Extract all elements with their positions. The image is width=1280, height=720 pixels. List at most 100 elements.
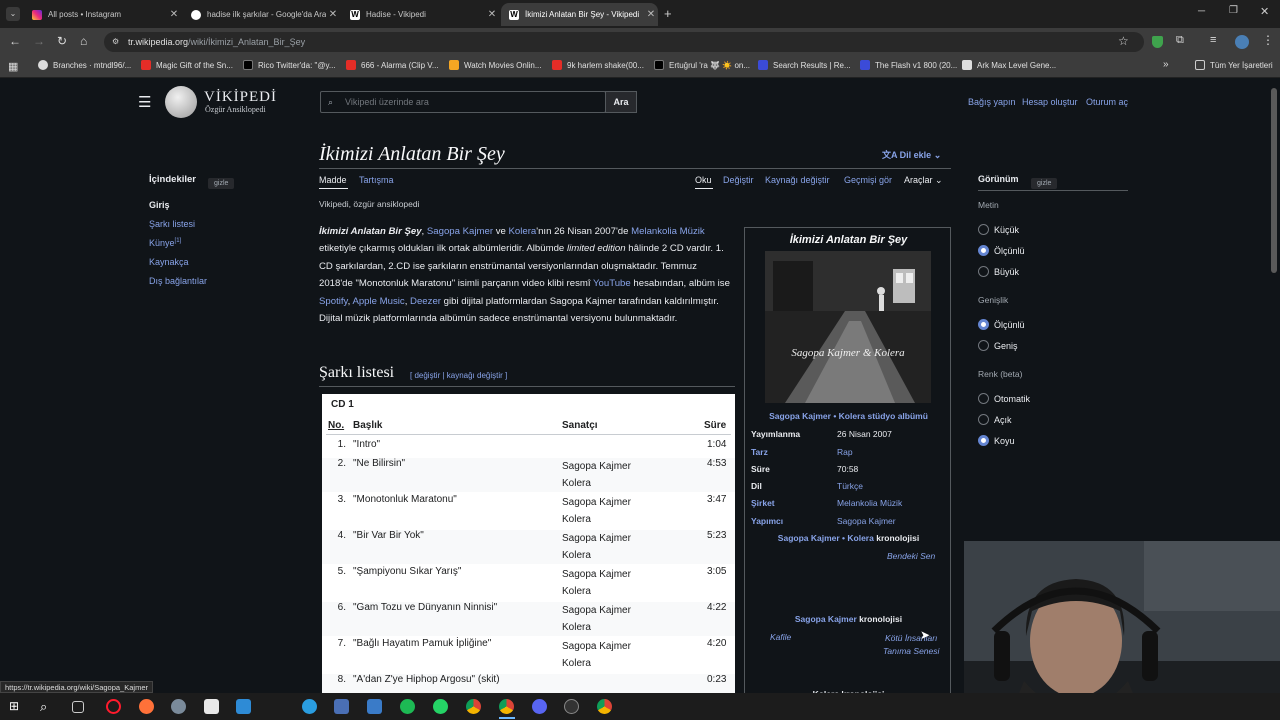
row-label[interactable]: Tarz <box>751 447 768 457</box>
tab-instagram[interactable]: All posts • Instagram ✕ <box>24 3 181 26</box>
close-icon[interactable]: ✕ <box>326 9 340 20</box>
all-bookmarks[interactable]: Tüm Yer İşaretleri <box>1195 60 1273 70</box>
bookmark-item[interactable]: Magic Gift of the Sn... <box>141 60 233 70</box>
logo-title[interactable]: VİKİPEDİ <box>204 89 277 106</box>
hamburger-icon[interactable]: ☰ <box>138 93 151 111</box>
bookmark-item[interactable]: Branches · mtndl96/... <box>38 60 131 70</box>
windows-start-icon[interactable]: ⊞ <box>9 699 24 714</box>
chrome-icon[interactable] <box>499 699 514 714</box>
radio-text-large[interactable]: Büyük <box>978 266 1019 277</box>
discord-icon[interactable] <box>532 699 547 714</box>
close-icon[interactable]: ✕ <box>644 9 658 20</box>
edge-icon[interactable] <box>302 699 317 714</box>
link-melankolia[interactable]: Melankolia Müzik <box>631 226 705 237</box>
opera-icon[interactable] <box>106 699 121 714</box>
app-icon[interactable] <box>564 699 579 714</box>
tab-search-icon[interactable]: ⌄ <box>6 7 20 21</box>
link-spotify[interactable]: Spotify <box>319 296 348 307</box>
chronology-prev[interactable]: Kafile <box>770 632 791 642</box>
task-view-icon[interactable] <box>72 701 84 713</box>
scrollbar[interactable] <box>1271 88 1277 273</box>
extensions-icon[interactable]: ⧉ <box>1176 34 1184 47</box>
radio-text-standard[interactable]: Ölçünlü <box>978 245 1025 256</box>
radio-width-standard[interactable]: Ölçünlü <box>978 319 1025 330</box>
radio-color-dark[interactable]: Koyu <box>978 435 1015 446</box>
toc-item-dis-baglantilar[interactable]: Dış bağlantılar <box>149 276 207 286</box>
tab-gecmisi-gor[interactable]: Geçmişi gör <box>844 175 892 185</box>
link-apple-music[interactable]: Apple Music <box>352 296 404 307</box>
search-input[interactable]: ⌕ Vikipedi üzerinde ara <box>320 91 606 113</box>
tab-degistir[interactable]: Değiştir <box>723 175 754 185</box>
tab-ikimizi[interactable]: W İkimizi Anlatan Bir Şey - Vikipedi ✕ <box>501 3 658 26</box>
link-youtube[interactable]: YouTube <box>593 278 631 289</box>
language-button[interactable]: 文A Dil ekle ⌄ <box>882 148 941 161</box>
radio-width-wide[interactable]: Geniş <box>978 340 1018 351</box>
link-studio-album[interactable]: stüdyo albümü <box>865 411 927 421</box>
profile-avatar[interactable] <box>1235 35 1249 49</box>
app-icon[interactable] <box>171 699 186 714</box>
app-icon[interactable] <box>367 699 382 714</box>
row-label[interactable]: Yapımcı <box>751 516 783 526</box>
tab-tartisma[interactable]: Tartışma <box>359 175 394 185</box>
radio-text-small[interactable]: Küçük <box>978 224 1019 235</box>
link-kolera[interactable]: Kolera <box>839 411 865 421</box>
tab-kaynagi-degistir[interactable]: Kaynağı değiştir <box>765 175 830 185</box>
media-icon[interactable]: ≡ <box>1210 34 1216 46</box>
firefox-icon[interactable] <box>139 699 154 714</box>
row-value[interactable]: Sagopa Kajmer <box>837 516 896 526</box>
apps-icon[interactable]: ▦ <box>8 60 18 73</box>
bookmark-item[interactable]: Watch Movies Onlin... <box>449 60 542 70</box>
bookmark-item[interactable]: Rico Twitter'da: "@y... <box>243 60 336 70</box>
bookmark-item[interactable]: The Flash v1 800 (20... <box>860 60 957 70</box>
link-sagopa[interactable]: Sagopa Kajmer <box>795 614 857 624</box>
search-button[interactable]: Ara <box>605 91 637 113</box>
tab-google[interactable]: hadise ilk şarkılar - Google'da Ara ✕ <box>183 3 340 26</box>
appearance-hide-button[interactable]: gizle <box>1031 172 1058 190</box>
bookmark-item[interactable]: Ark Max Level Gene... <box>962 60 1056 70</box>
address-bar[interactable]: ⚙ tr.wikipedia.org/wiki/İkimizi_Anlatan_… <box>104 32 1144 52</box>
bookmark-star-icon[interactable]: ☆ <box>1118 34 1129 48</box>
store-icon[interactable] <box>204 699 219 714</box>
toc-item-kaynakca[interactable]: Kaynakça <box>149 257 189 267</box>
row-label[interactable]: Şirket <box>751 498 775 508</box>
row-value[interactable]: Rap <box>837 447 853 457</box>
row-value[interactable]: Türkçe <box>837 481 863 491</box>
reload-icon[interactable]: ↻ <box>57 34 67 48</box>
link-sagopa[interactable]: Sagopa Kajmer <box>769 411 831 421</box>
chronology-next[interactable]: Bendeki Sen <box>887 551 935 561</box>
tab-araclar[interactable]: Araçlar ⌄ <box>904 175 943 186</box>
bookmark-item[interactable]: Search Results | Re... <box>758 60 851 70</box>
create-account-link[interactable]: Hesap oluştur <box>1022 97 1078 107</box>
radio-color-light[interactable]: Açık <box>978 414 1012 425</box>
link-deezer[interactable]: Deezer <box>410 296 441 307</box>
chrome-icon[interactable] <box>466 699 481 714</box>
toc-hide-button[interactable]: gizle <box>208 172 235 190</box>
link-sagopa[interactable]: Sagopa Kajmer <box>427 226 493 237</box>
wikipedia-logo-icon[interactable] <box>165 86 197 118</box>
more-bookmarks-icon[interactable]: » <box>1163 59 1169 70</box>
site-info-icon[interactable]: ⚙ <box>112 32 119 52</box>
tab-madde[interactable]: Madde <box>319 175 347 185</box>
menu-icon[interactable]: ⋮ <box>1262 33 1274 47</box>
minimize-icon[interactable]: ─ <box>1198 6 1205 17</box>
close-window-icon[interactable]: ✕ <box>1260 5 1269 18</box>
bookmark-item[interactable]: 9k harlem shake(00... <box>552 60 644 70</box>
maximize-icon[interactable]: ❐ <box>1229 5 1238 16</box>
section-edit-links[interactable]: [ değiştir | kaynağı değiştir ] <box>410 371 507 380</box>
forward-icon[interactable]: → <box>33 34 45 48</box>
tab-oku[interactable]: Oku <box>695 175 712 185</box>
link-kolera[interactable]: Kolera <box>509 226 537 237</box>
row-value[interactable]: Melankolia Müzik <box>837 498 902 508</box>
close-icon[interactable]: ✕ <box>167 9 181 20</box>
toc-item-kunye[interactable]: Künye[1] <box>149 238 181 248</box>
new-tab-icon[interactable]: + <box>664 6 672 21</box>
login-link[interactable]: Oturum aç <box>1086 97 1128 107</box>
album-cover[interactable]: Sagopa Kajmer & Kolera <box>765 251 931 403</box>
app-icon[interactable] <box>334 699 349 714</box>
search-icon[interactable]: ⌕ <box>40 699 55 714</box>
link-kolera[interactable]: Kolera <box>847 533 873 543</box>
tab-hadise[interactable]: W Hadise - Vikipedi ✕ <box>342 3 499 26</box>
donate-link[interactable]: Bağış yapın <box>968 97 1016 107</box>
radio-color-auto[interactable]: Otomatik <box>978 393 1030 404</box>
app-icon[interactable] <box>236 699 251 714</box>
